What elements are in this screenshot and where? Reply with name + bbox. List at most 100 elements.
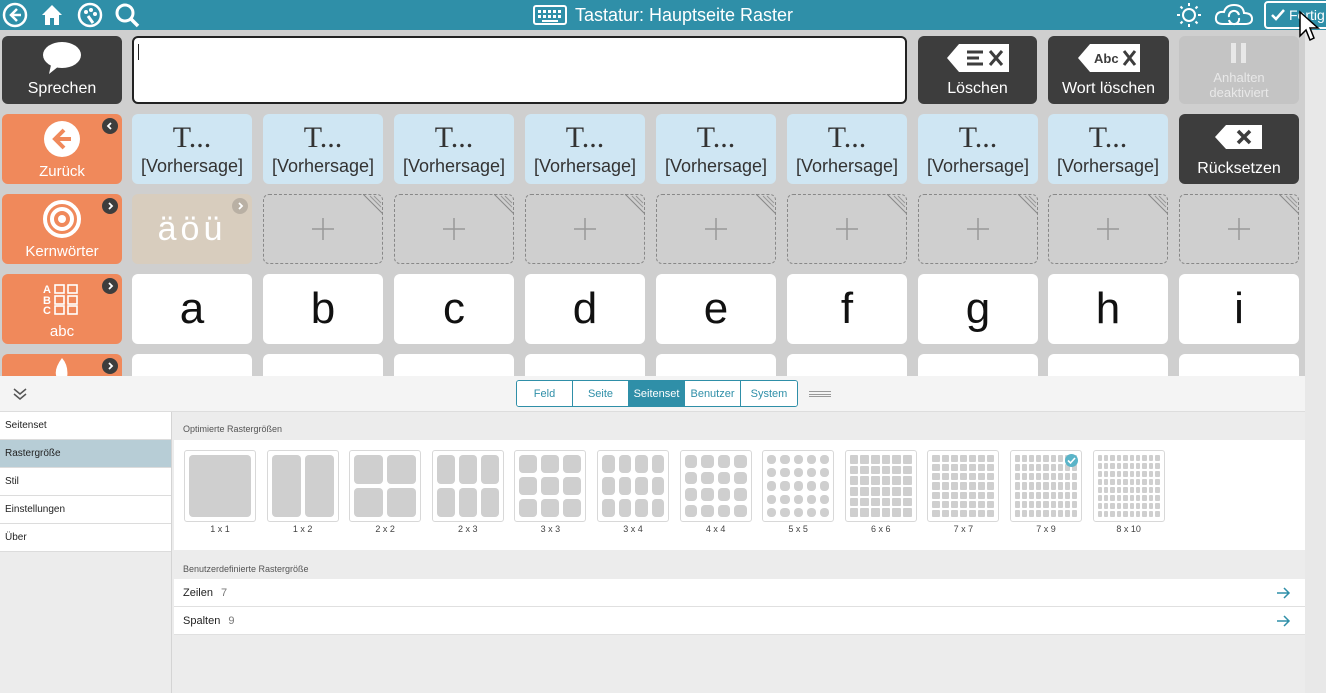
prediction-key[interactable]: T... [Vorhersage] xyxy=(525,114,645,184)
prediction-label: [Vorhersage] xyxy=(271,155,375,176)
sidebar-item-ueber[interactable]: Über xyxy=(0,524,171,552)
grid-option[interactable]: 1 x 2 xyxy=(266,450,339,540)
grid-cell xyxy=(941,455,949,463)
grid-cell xyxy=(892,497,902,507)
prediction-key[interactable]: T... [Vorhersage] xyxy=(394,114,514,184)
grid-option[interactable]: 2 x 2 xyxy=(349,450,422,540)
letter-key[interactable]: h xyxy=(1048,274,1168,344)
columns-setting[interactable]: Spalten 9 xyxy=(174,607,1305,635)
grid-option[interactable]: 5 x 5 xyxy=(762,450,835,540)
prediction-key[interactable]: T... [Vorhersage] xyxy=(656,114,776,184)
grid-option[interactable]: 4 x 4 xyxy=(679,450,752,540)
tab-seitenset[interactable]: Seitenset xyxy=(629,381,685,406)
grid-cell xyxy=(1043,509,1049,517)
grid-cell xyxy=(1116,487,1122,493)
letter-key[interactable]: b xyxy=(263,274,383,344)
letter-key[interactable]: i xyxy=(1179,274,1299,344)
prediction-key[interactable]: T... [Vorhersage] xyxy=(132,114,252,184)
prediction-key[interactable]: T... [Vorhersage] xyxy=(918,114,1038,184)
letter-key[interactable]: c xyxy=(394,274,514,344)
grid-option[interactable]: 6 x 6 xyxy=(844,450,917,540)
partial-key[interactable] xyxy=(263,354,383,376)
grid-option[interactable]: 3 x 3 xyxy=(514,450,587,540)
speak-button[interactable]: Sprechen xyxy=(2,36,122,104)
rows-value: 7 xyxy=(220,586,228,599)
grid-cell xyxy=(387,455,417,484)
grid-cell xyxy=(1022,491,1028,499)
grid-cell xyxy=(458,488,477,517)
drag-handle[interactable] xyxy=(809,391,831,397)
grid-cell xyxy=(767,494,777,504)
grid-cell xyxy=(1064,509,1070,517)
umlaut-key[interactable]: äöü xyxy=(132,194,252,264)
core-words-button[interactable]: Kernwörter xyxy=(2,194,122,264)
sidebar-item-rastergroesse[interactable]: Rastergröße xyxy=(0,440,171,468)
grid-cell xyxy=(1155,503,1160,509)
page-title: Tastatur: Hauptseite Raster xyxy=(0,0,1326,30)
grid-cell xyxy=(1123,479,1128,485)
grid-thumbnail xyxy=(844,450,917,522)
delete-word-button[interactable]: Abc Wort löschen xyxy=(1048,36,1169,104)
prediction-key[interactable]: T... [Vorhersage] xyxy=(263,114,383,184)
letter-key[interactable]: f xyxy=(787,274,907,344)
pause-label-1: Anhalten xyxy=(1213,70,1265,85)
grid-option[interactable]: 1 x 1 xyxy=(184,450,256,540)
grid-option[interactable]: 3 x 4 xyxy=(597,450,669,540)
empty-cell[interactable] xyxy=(1179,194,1299,264)
message-text-field[interactable] xyxy=(132,36,907,104)
letter-key[interactable]: e xyxy=(656,274,776,344)
partial-key[interactable] xyxy=(525,354,645,376)
partial-key[interactable] xyxy=(132,354,252,376)
tab-system[interactable]: System xyxy=(741,381,797,406)
delete-button[interactable]: Löschen xyxy=(918,36,1037,104)
grid-option[interactable]: 7 x 7 xyxy=(927,450,1000,540)
grid-cell xyxy=(871,497,880,507)
tab-benutzer[interactable]: Benutzer xyxy=(685,381,741,406)
empty-cell[interactable] xyxy=(1048,194,1168,264)
partial-key[interactable] xyxy=(1048,354,1168,376)
grid-cell xyxy=(780,494,790,504)
prediction-key[interactable]: T... [Vorhersage] xyxy=(1048,114,1168,184)
prediction-key[interactable]: T... [Vorhersage] xyxy=(787,114,907,184)
empty-cell[interactable] xyxy=(787,194,907,264)
grid-cell xyxy=(1029,509,1035,517)
cloud-sync-icon[interactable] xyxy=(1213,0,1255,30)
sidebar-item-stil[interactable]: Stil xyxy=(0,468,171,496)
grid-cell xyxy=(1015,509,1021,517)
letter-key[interactable]: a xyxy=(132,274,252,344)
partial-key[interactable] xyxy=(918,354,1038,376)
sidebar-item-seitenset[interactable]: Seitenset xyxy=(0,412,171,440)
grid-cell xyxy=(1071,509,1077,517)
pause-button[interactable]: Anhalten deaktiviert xyxy=(1179,36,1299,104)
grid-cell xyxy=(304,455,334,517)
scrollbar[interactable] xyxy=(1305,30,1326,693)
empty-cell[interactable] xyxy=(918,194,1038,264)
letter-key[interactable]: d xyxy=(525,274,645,344)
letter-key[interactable]: g xyxy=(918,274,1038,344)
partial-key[interactable] xyxy=(1179,354,1299,376)
empty-cell[interactable] xyxy=(263,194,383,264)
grid-cell xyxy=(881,497,891,507)
tab-seite[interactable]: Seite xyxy=(573,381,629,406)
abc-button[interactable]: ABC abc xyxy=(2,274,122,344)
partial-key[interactable] xyxy=(394,354,514,376)
brightness-icon[interactable] xyxy=(1174,0,1204,30)
rows-setting[interactable]: Zeilen 7 xyxy=(174,579,1305,607)
grid-option[interactable]: 2 x 3 xyxy=(431,450,504,540)
partial-key[interactable] xyxy=(656,354,776,376)
empty-cell[interactable] xyxy=(394,194,514,264)
tab-feld[interactable]: Feld xyxy=(517,381,573,406)
sidebar-item-einstellungen[interactable]: Einstellungen xyxy=(0,496,171,524)
collapse-panel-icon[interactable] xyxy=(10,384,30,404)
empty-cell[interactable] xyxy=(656,194,776,264)
grid-cell xyxy=(987,464,995,472)
partial-key[interactable] xyxy=(787,354,907,376)
reset-button[interactable]: Rücksetzen xyxy=(1179,114,1299,184)
more-category-button[interactable] xyxy=(2,354,122,376)
back-button[interactable]: Zurück xyxy=(2,114,122,184)
grid-option[interactable]: 8 x 10 xyxy=(1092,450,1165,540)
grid-option[interactable]: 7 x 9 xyxy=(1010,450,1082,540)
grid-cell xyxy=(932,491,940,499)
empty-cell[interactable] xyxy=(525,194,645,264)
settings-sidebar: Seitenset Rastergröße Stil Einstellungen… xyxy=(0,412,172,693)
